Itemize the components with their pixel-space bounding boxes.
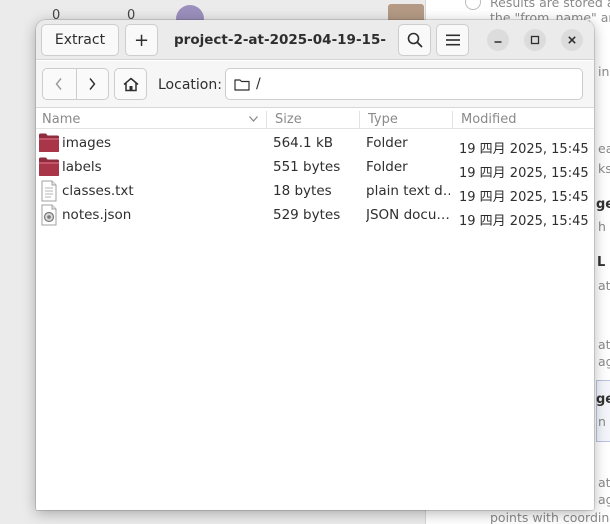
file-size: 551 bytes [273,159,341,175]
file-list: Name Size Type Modified images 564.1 kB … [36,109,594,510]
archive-manager-window: Extract + project-2-at-2025-04-19-15-45.… [36,20,594,510]
column-header-row: Name Size Type Modified [36,109,594,129]
file-size: 18 bytes [273,183,332,199]
file-size: 564.1 kB [273,135,334,151]
file-type: Folder [366,159,408,175]
hamburger-menu-icon [445,34,460,46]
column-header-size[interactable]: Size [266,111,302,129]
folder-outline-icon [234,78,250,91]
file-name: classes.txt [62,183,134,199]
text-file-icon [41,180,57,202]
side-text: n im [598,414,610,429]
add-files-button[interactable]: + [125,24,158,56]
side-text: points with coordina [490,510,610,524]
file-size: 529 bytes [273,207,341,223]
side-heading: ge [596,392,610,407]
file-modified: 19 四月 2025, 15:45 [459,214,589,229]
side-heading: L [597,255,606,270]
list-item[interactable]: classes.txt 18 bytes plain text d… 19 四月… [36,179,594,205]
search-icon [407,32,422,48]
file-name: images [62,135,112,151]
file-name: labels [62,159,102,175]
json-file-icon [41,204,57,226]
column-header-modified[interactable]: Modified [452,111,516,129]
list-item[interactable]: labels 551 bytes Folder 19 四月 2025, 15:4… [36,155,594,181]
close-icon [568,36,576,44]
location-path: / [256,76,261,92]
window-title: project-2-at-2025-04-19-15-45... [174,32,386,48]
close-button[interactable] [561,29,583,51]
back-button[interactable] [43,69,76,99]
side-text: age [598,354,610,369]
home-icon [123,77,138,91]
folder-icon [39,133,59,152]
folder-icon [39,157,59,176]
maximize-button[interactable] [524,29,546,51]
location-toolbar: Location: / [36,61,594,108]
side-highlight-box [596,380,610,442]
side-text: in [598,64,610,79]
file-type: plain text d… [366,183,450,199]
menu-button[interactable] [436,24,469,56]
column-header-type[interactable]: Type [359,111,398,129]
minimize-button[interactable] [487,29,509,51]
minimize-icon [494,41,502,43]
side-text: ks v [598,161,610,176]
search-button[interactable] [398,24,431,56]
list-item[interactable]: images 564.1 kB Folder 19 四月 2025, 15:45 [36,131,594,157]
side-heading: ge [596,197,610,212]
header-bar: Extract + project-2-at-2025-04-19-15-45.… [36,20,594,60]
extract-button[interactable]: Extract [41,24,119,56]
side-text: h in [598,219,610,234]
side-text: at is [598,337,610,352]
home-button[interactable] [114,68,147,100]
navigation-buttons [42,68,109,100]
side-text: at is [598,475,610,490]
chevron-down-icon [249,116,258,122]
file-type: JSON docu… [366,207,450,223]
side-text: at t [598,278,610,293]
side-text: age [598,492,610,507]
location-field[interactable]: / [225,68,583,100]
chevron-right-icon [89,78,96,90]
column-header-name[interactable]: Name [42,111,80,129]
maximize-icon [530,35,540,45]
chevron-left-icon [55,78,62,90]
file-name: notes.json [62,207,132,223]
list-item[interactable]: notes.json 529 bytes JSON docu… 19 四月 20… [36,203,594,229]
file-type: Folder [366,135,408,151]
location-label: Location: [158,77,222,93]
side-text: ear [598,141,610,156]
forward-button[interactable] [75,69,109,99]
